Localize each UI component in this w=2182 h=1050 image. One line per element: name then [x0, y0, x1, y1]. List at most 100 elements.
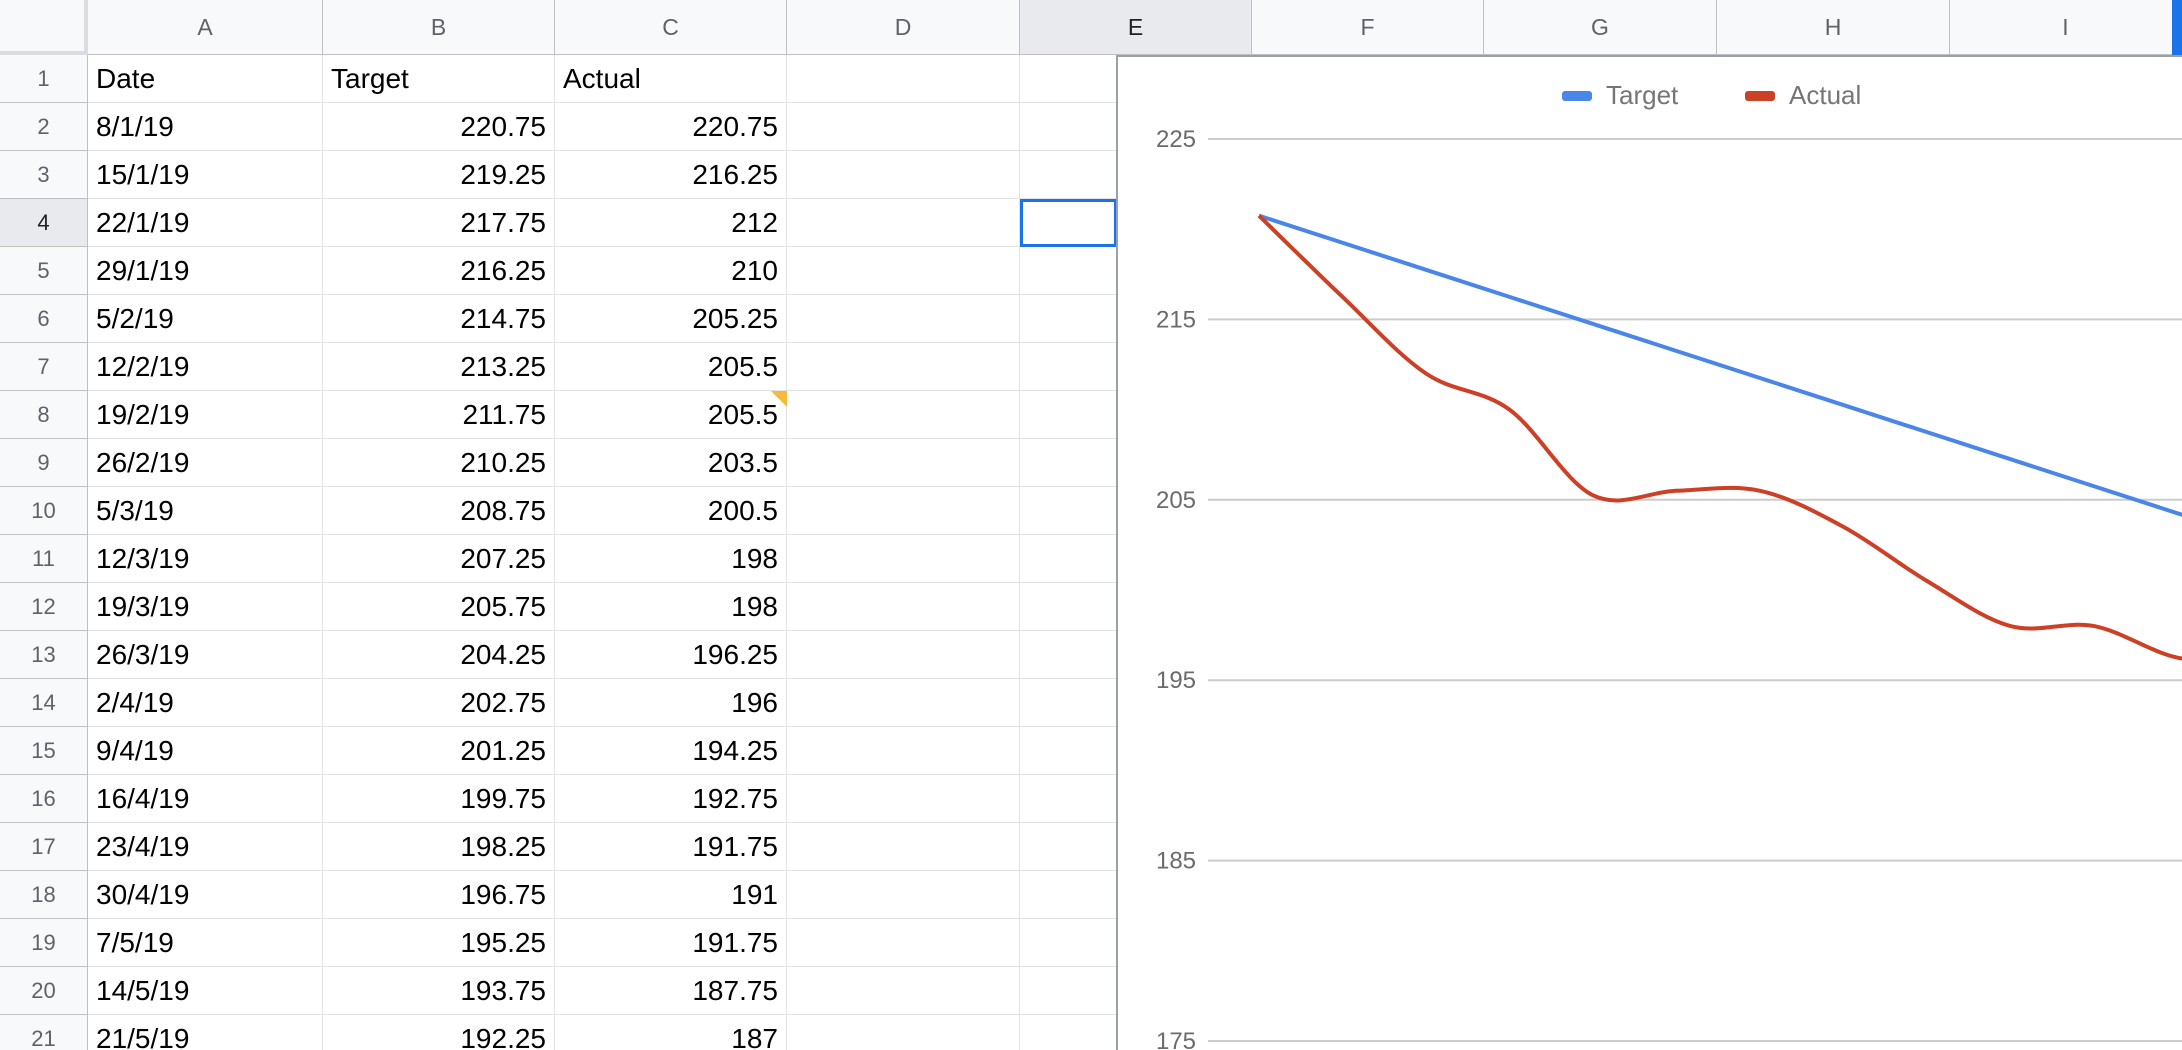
row-header-5[interactable]: 5 [0, 247, 88, 295]
scroll-indicator[interactable] [2172, 0, 2182, 55]
cell-actual-6[interactable]: 205.25 [555, 295, 787, 343]
cell-target-11[interactable]: 207.25 [323, 535, 555, 583]
cell-date-21[interactable]: 21/5/19 [88, 1015, 323, 1050]
cell-actual-14[interactable]: 196 [555, 679, 787, 727]
cell-date-4[interactable]: 22/1/19 [88, 199, 323, 247]
cell-empty[interactable] [787, 103, 1020, 151]
row-header-10[interactable]: 10 [0, 487, 88, 535]
cell-actual-13[interactable]: 196.25 [555, 631, 787, 679]
cell-empty[interactable] [787, 247, 1020, 295]
cell-date-10[interactable]: 5/3/19 [88, 487, 323, 535]
cell-target-2[interactable]: 220.75 [323, 103, 555, 151]
row-header-8[interactable]: 8 [0, 391, 88, 439]
column-header-a[interactable]: A [88, 0, 323, 55]
cell-empty[interactable] [787, 199, 1020, 247]
cell-empty[interactable] [787, 775, 1020, 823]
cell-actual-15[interactable]: 194.25 [555, 727, 787, 775]
cell-empty[interactable] [787, 343, 1020, 391]
row-header-13[interactable]: 13 [0, 631, 88, 679]
cell-target-4[interactable]: 217.75 [323, 199, 555, 247]
cell-date-3[interactable]: 15/1/19 [88, 151, 323, 199]
cell-actual-11[interactable]: 198 [555, 535, 787, 583]
cell-target-6[interactable]: 214.75 [323, 295, 555, 343]
cell-date-18[interactable]: 30/4/19 [88, 871, 323, 919]
cell-empty[interactable] [787, 151, 1020, 199]
row-header-1[interactable]: 1 [0, 55, 88, 103]
cell-actual-18[interactable]: 191 [555, 871, 787, 919]
cell-date-2[interactable]: 8/1/19 [88, 103, 323, 151]
cell-actual-19[interactable]: 191.75 [555, 919, 787, 967]
cell-actual-9[interactable]: 203.5 [555, 439, 787, 487]
column-header-c[interactable]: C [555, 0, 787, 55]
row-header-16[interactable]: 16 [0, 775, 88, 823]
cell-date-16[interactable]: 16/4/19 [88, 775, 323, 823]
cell-actual-20[interactable]: 187.75 [555, 967, 787, 1015]
cell-date-8[interactable]: 19/2/19 [88, 391, 323, 439]
column-header-i[interactable]: I [1950, 0, 2182, 55]
cell-date-5[interactable]: 29/1/19 [88, 247, 323, 295]
cell-date-14[interactable]: 2/4/19 [88, 679, 323, 727]
cell-target-17[interactable]: 198.25 [323, 823, 555, 871]
line-chart[interactable]: 225 215 205 195 185 175 Target Actual [1116, 55, 2182, 1050]
column-header-d[interactable]: D [787, 0, 1020, 55]
row-header-12[interactable]: 12 [0, 583, 88, 631]
cell-date-9[interactable]: 26/2/19 [88, 439, 323, 487]
cell-target-12[interactable]: 205.75 [323, 583, 555, 631]
cell-target-5[interactable]: 216.25 [323, 247, 555, 295]
column-header-g[interactable]: G [1484, 0, 1717, 55]
row-header-2[interactable]: 2 [0, 103, 88, 151]
cell-date-20[interactable]: 14/5/19 [88, 967, 323, 1015]
cell-date-6[interactable]: 5/2/19 [88, 295, 323, 343]
column-header-f[interactable]: F [1252, 0, 1484, 55]
cell-empty[interactable] [787, 631, 1020, 679]
cell-actual-5[interactable]: 210 [555, 247, 787, 295]
cell-actual-17[interactable]: 191.75 [555, 823, 787, 871]
cell-actual-7[interactable]: 205.5 [555, 343, 787, 391]
cell-date-12[interactable]: 19/3/19 [88, 583, 323, 631]
row-header-3[interactable]: 3 [0, 151, 88, 199]
cell-target-1[interactable]: Target [323, 55, 555, 103]
cell-empty[interactable] [787, 487, 1020, 535]
cell-date-17[interactable]: 23/4/19 [88, 823, 323, 871]
cell-empty[interactable] [787, 55, 1020, 103]
row-header-11[interactable]: 11 [0, 535, 88, 583]
cell-target-19[interactable]: 195.25 [323, 919, 555, 967]
row-header-6[interactable]: 6 [0, 295, 88, 343]
cell-actual-16[interactable]: 192.75 [555, 775, 787, 823]
cell-date-7[interactable]: 12/2/19 [88, 343, 323, 391]
series-line-actual[interactable] [1257, 214, 2182, 825]
cell-actual-10[interactable]: 200.5 [555, 487, 787, 535]
row-header-14[interactable]: 14 [0, 679, 88, 727]
cell-target-8[interactable]: 211.75 [323, 391, 555, 439]
cell-actual-1[interactable]: Actual [555, 55, 787, 103]
comment-indicator[interactable] [771, 391, 787, 407]
row-header-15[interactable]: 15 [0, 727, 88, 775]
select-all-corner[interactable] [0, 0, 88, 55]
cell-target-13[interactable]: 204.25 [323, 631, 555, 679]
row-header-21[interactable]: 21 [0, 1015, 88, 1050]
cell-date-15[interactable]: 9/4/19 [88, 727, 323, 775]
cell-empty[interactable] [787, 679, 1020, 727]
row-header-4[interactable]: 4 [0, 199, 88, 247]
cell-target-15[interactable]: 201.25 [323, 727, 555, 775]
row-header-20[interactable]: 20 [0, 967, 88, 1015]
cell-empty[interactable] [787, 967, 1020, 1015]
cell-actual-4[interactable]: 212 [555, 199, 787, 247]
series-line-target[interactable] [1258, 213, 2182, 730]
cell-target-10[interactable]: 208.75 [323, 487, 555, 535]
cell-empty[interactable] [787, 535, 1020, 583]
cell-empty[interactable] [787, 727, 1020, 775]
cell-target-20[interactable]: 193.75 [323, 967, 555, 1015]
cell-target-3[interactable]: 219.25 [323, 151, 555, 199]
cell-target-16[interactable]: 199.75 [323, 775, 555, 823]
cell-target-18[interactable]: 196.75 [323, 871, 555, 919]
cell-actual-3[interactable]: 216.25 [555, 151, 787, 199]
cell-empty[interactable] [787, 583, 1020, 631]
cell-actual-12[interactable]: 198 [555, 583, 787, 631]
cell-actual-2[interactable]: 220.75 [555, 103, 787, 151]
row-header-17[interactable]: 17 [0, 823, 88, 871]
cell-empty[interactable] [787, 391, 1020, 439]
cell-empty[interactable] [787, 439, 1020, 487]
cell-date-1[interactable]: Date [88, 55, 323, 103]
cell-date-11[interactable]: 12/3/19 [88, 535, 323, 583]
